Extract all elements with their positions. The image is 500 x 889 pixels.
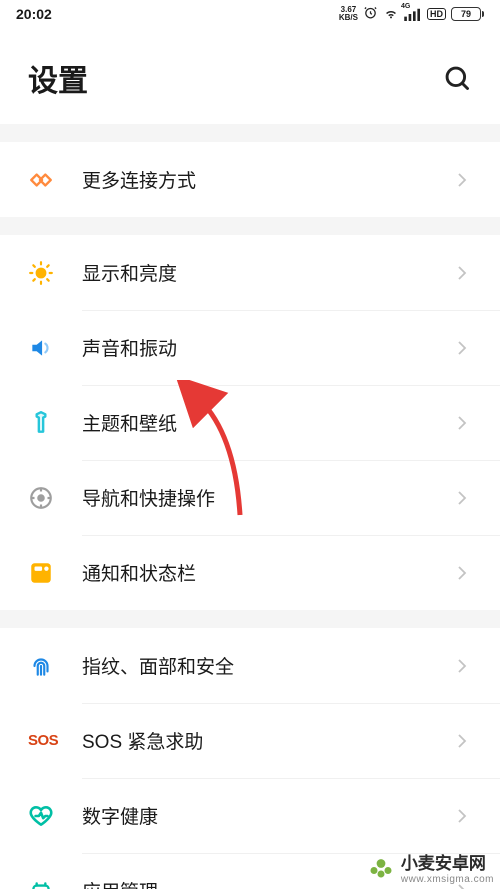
apps-icon	[28, 878, 82, 889]
item-navigation[interactable]: 导航和快捷操作	[0, 460, 500, 535]
item-label: 应用管理	[82, 877, 158, 889]
hd-icon: HD	[427, 8, 446, 21]
page-header: 设置	[0, 28, 500, 124]
chevron-right-icon	[452, 806, 472, 826]
chevron-right-icon	[452, 170, 472, 190]
network-speed: 3.67 KB/S	[339, 6, 358, 22]
item-label: 显示和亮度	[82, 259, 177, 286]
sound-icon	[28, 335, 82, 361]
item-security[interactable]: 指纹、面部和安全	[0, 628, 500, 703]
item-label: 主题和壁纸	[82, 409, 177, 436]
item-sound[interactable]: 声音和振动	[0, 310, 500, 385]
item-label: 更多连接方式	[82, 166, 196, 193]
clock: 20:02	[16, 6, 52, 22]
item-notifications[interactable]: 通知和状态栏	[0, 535, 500, 610]
item-theme[interactable]: 主题和壁纸	[0, 385, 500, 460]
battery-icon: 79	[451, 7, 484, 21]
item-digital-health[interactable]: 数字健康	[0, 778, 500, 853]
search-button[interactable]	[442, 63, 472, 93]
chevron-right-icon	[452, 488, 472, 508]
divider	[0, 217, 500, 235]
nav-icon	[28, 485, 82, 511]
item-label: 数字健康	[82, 802, 158, 829]
sos-icon: SOS	[28, 732, 82, 749]
item-label: 声音和振动	[82, 334, 177, 361]
watermark: 小麦安卓网 www.xmsigma.com	[367, 849, 494, 885]
search-icon	[443, 64, 471, 92]
link-icon	[28, 167, 82, 193]
watermark-logo	[367, 853, 395, 881]
item-display[interactable]: 显示和亮度	[0, 235, 500, 310]
chevron-right-icon	[452, 563, 472, 583]
wifi-icon	[383, 5, 399, 24]
item-label: 通知和状态栏	[82, 559, 196, 586]
health-icon	[28, 803, 82, 829]
item-label: 导航和快捷操作	[82, 484, 215, 511]
item-label: SOS 紧急求助	[82, 727, 203, 754]
chevron-right-icon	[452, 656, 472, 676]
chevron-right-icon	[452, 338, 472, 358]
chevron-right-icon	[452, 731, 472, 751]
page-title: 设置	[28, 56, 88, 100]
item-more-connections[interactable]: 更多连接方式	[0, 142, 500, 217]
chevron-right-icon	[452, 413, 472, 433]
signal-icon: 4G	[404, 7, 422, 21]
item-sos[interactable]: SOS SOS 紧急求助	[0, 703, 500, 778]
fingerprint-icon	[28, 653, 82, 679]
chevron-right-icon	[452, 263, 472, 283]
watermark-url: www.xmsigma.com	[401, 874, 494, 885]
brightness-icon	[28, 260, 82, 286]
watermark-brand: 小麦安卓网	[401, 854, 486, 873]
divider	[0, 124, 500, 142]
status-bar: 20:02 3.67 KB/S 4G HD 79	[0, 0, 500, 28]
item-label: 指纹、面部和安全	[82, 652, 234, 679]
notif-icon	[28, 560, 82, 586]
alarm-icon	[363, 5, 378, 23]
theme-icon	[28, 410, 82, 436]
divider	[0, 610, 500, 628]
